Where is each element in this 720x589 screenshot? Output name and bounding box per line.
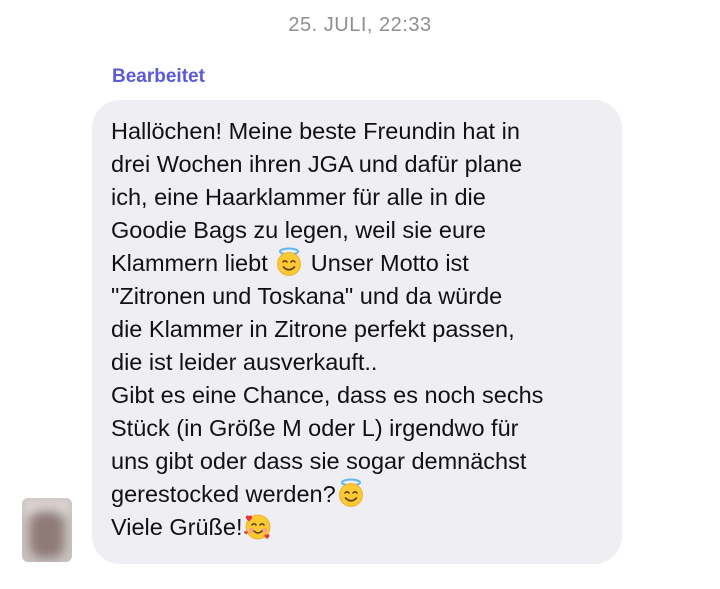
message-line: Stück (in Größe M oder L) irgendwo für [111, 415, 519, 441]
message-line: die ist leider ausverkauft.. [111, 349, 378, 375]
smiling-face-with-hearts-icon [243, 511, 273, 541]
message-line: Klammern liebt Unser Motto ist [111, 247, 622, 280]
message-text: Viele Grüße! [111, 514, 243, 540]
message-text: gerestocked werden? [111, 481, 336, 507]
message-line: Goodie Bags zu legen, weil sie eure [111, 217, 486, 243]
message-line: drei Wochen ihren JGA und dafür plane [111, 151, 523, 177]
message-line: die Klammer in Zitrone perfekt passen, [111, 316, 515, 342]
edited-label: Bearbeitet [112, 66, 205, 87]
message-bubble[interactable]: Hallöchen! Meine beste Freundin hat in d… [92, 100, 622, 564]
message-line: Hallöchen! Meine beste Freundin hat in [111, 118, 520, 144]
message-line: "Zitronen und Toskana" und da würde [111, 283, 503, 309]
message-line: uns gibt oder dass sie sogar demnächst [111, 448, 527, 474]
message-text: Unser Motto ist [310, 250, 469, 276]
message-timestamp: 25. JULI, 22:33 [288, 14, 432, 36]
smiling-face-with-halo-icon [274, 247, 304, 277]
message-line: ich, eine Haarklammer für alle in die [111, 184, 486, 210]
smiling-face-with-halo-icon [336, 478, 366, 508]
message-line: Gibt es eine Chance, dass es noch sechs [111, 382, 544, 408]
message-line: gerestocked werden? [111, 478, 622, 511]
sender-avatar[interactable] [22, 498, 72, 562]
message-line: Viele Grüße! [111, 511, 622, 544]
message-text: Klammern liebt [111, 250, 268, 276]
